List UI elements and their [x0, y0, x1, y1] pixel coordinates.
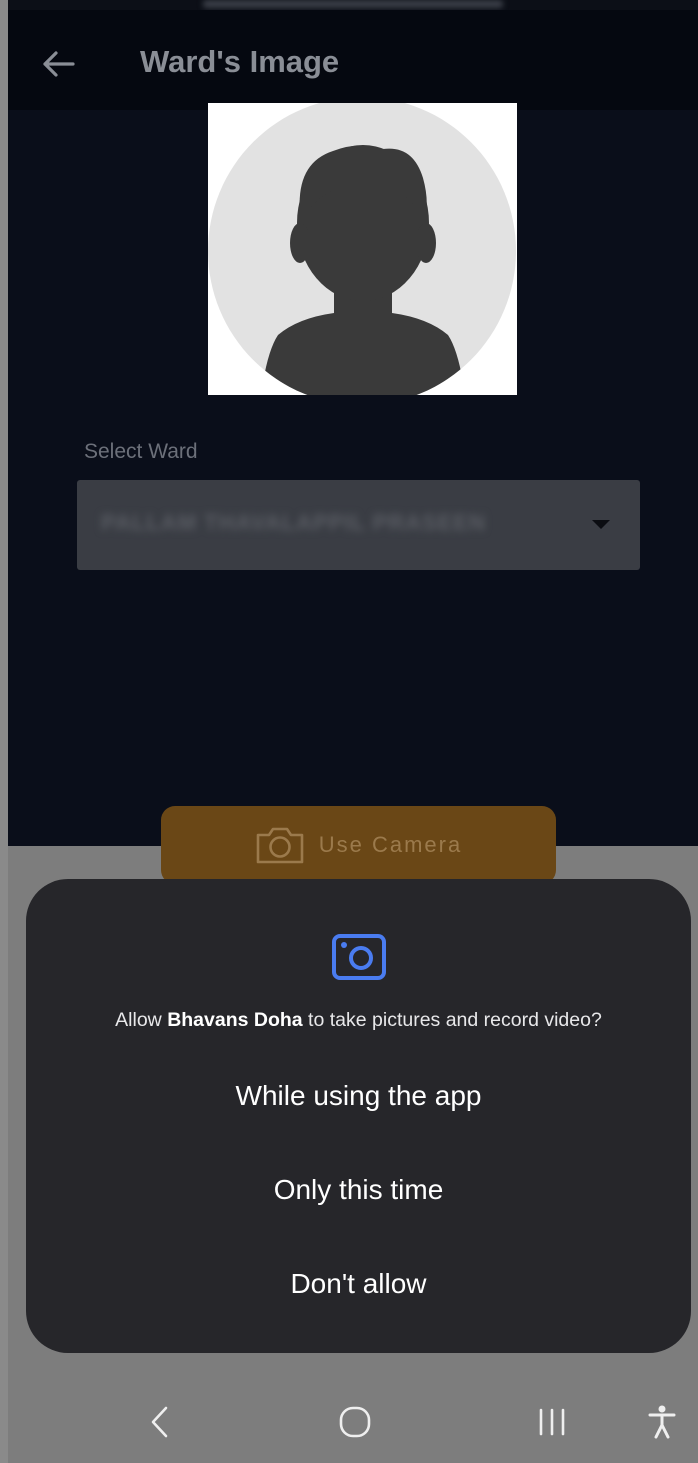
- arrow-left-icon: [43, 51, 75, 77]
- status-bar-text-blurred: [203, 0, 503, 8]
- camera-icon: [332, 934, 386, 980]
- caret-down-icon: [592, 520, 610, 529]
- accessibility-icon: [648, 1405, 676, 1439]
- dont-allow-button[interactable]: Don't allow: [66, 1249, 651, 1319]
- select-ward-label: Select Ward: [84, 440, 198, 463]
- ward-avatar-image[interactable]: [208, 103, 517, 395]
- status-bar: [8, 0, 698, 10]
- nav-home-button[interactable]: [331, 1398, 379, 1446]
- nav-accessibility-button[interactable]: [638, 1398, 686, 1446]
- permission-message-prefix: Allow: [115, 1009, 168, 1031]
- permission-app-name: Bhavans Doha: [167, 1009, 303, 1031]
- camera-permission-dialog: Allow Bhavans Doha to take pictures and …: [26, 879, 691, 1353]
- back-button[interactable]: [36, 42, 80, 86]
- system-navigation-bar: [8, 1380, 698, 1463]
- home-icon: [339, 1406, 371, 1438]
- permission-message: Allow Bhavans Doha to take pictures and …: [26, 1009, 691, 1032]
- while-using-app-button[interactable]: While using the app: [66, 1061, 651, 1131]
- camera-icon: [256, 827, 304, 864]
- only-this-time-button[interactable]: Only this time: [66, 1155, 651, 1225]
- app-bar: Ward's Image: [8, 10, 698, 110]
- recents-icon: [539, 1408, 565, 1436]
- nav-back-button[interactable]: [136, 1398, 184, 1446]
- permission-message-suffix: to take pictures and record video?: [302, 1009, 602, 1031]
- phone-screen: Ward's Image Select Ward PALLAM THAVALAP…: [8, 0, 698, 1463]
- nav-recents-button[interactable]: [528, 1398, 576, 1446]
- selected-ward-value: PALLAM THAVALAPPIL PRASEEN: [101, 510, 486, 535]
- person-placeholder-icon: [208, 103, 516, 395]
- use-camera-button[interactable]: Use Camera: [161, 806, 556, 884]
- ward-dropdown[interactable]: PALLAM THAVALAPPIL PRASEEN: [77, 480, 640, 570]
- page-title: Ward's Image: [140, 44, 340, 79]
- use-camera-label: Use Camera: [318, 832, 463, 857]
- back-icon: [151, 1406, 168, 1438]
